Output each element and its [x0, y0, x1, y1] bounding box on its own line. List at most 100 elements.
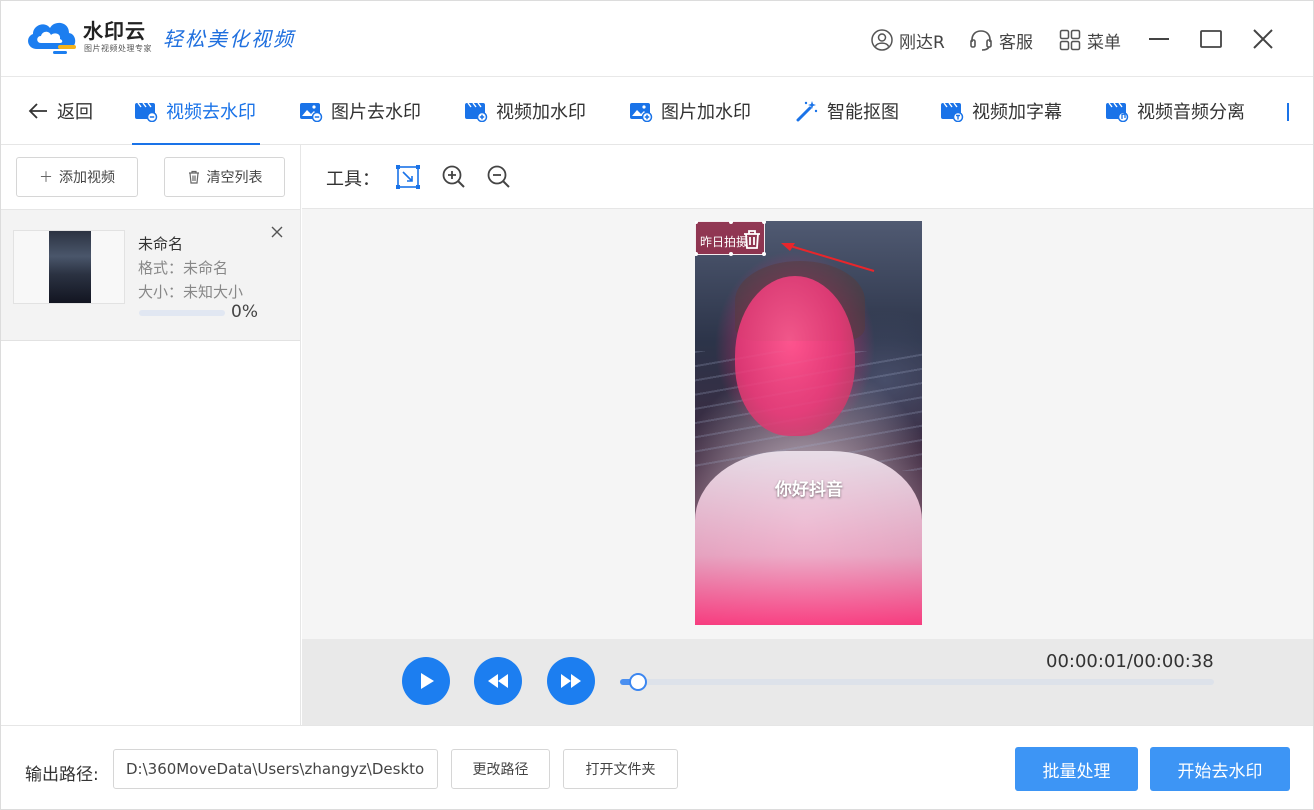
- user-account[interactable]: 刚达R: [871, 27, 945, 53]
- file-progress-bar: [139, 310, 225, 316]
- add-video-label: 添加视频: [59, 170, 115, 186]
- zoom-in-tool[interactable]: [440, 163, 468, 191]
- tab-label: 图片去水印: [331, 102, 421, 123]
- maximize-button[interactable]: [1197, 25, 1225, 53]
- brand-subtitle: 图片视频处理专家: [84, 44, 152, 53]
- footer-bar: 输出路径: 更改路径 打开文件夹 批量处理 开始去水印: [1, 725, 1313, 809]
- add-video-button[interactable]: ＋ 添加视频: [16, 157, 138, 197]
- tab-label: 视频音频分离: [1137, 102, 1245, 123]
- red-arrow-annotation: [781, 243, 875, 272]
- play-button[interactable]: [402, 657, 450, 705]
- clear-list-label: 清空列表: [206, 170, 263, 186]
- close-button[interactable]: [1249, 25, 1277, 53]
- person-face: [735, 276, 855, 436]
- zoom-out-tool[interactable]: [485, 163, 513, 191]
- change-path-button[interactable]: 更改路径: [451, 749, 550, 789]
- back-button[interactable]: 返回: [27, 77, 93, 145]
- play-icon: [421, 673, 434, 689]
- slogan: 轻松美化视频: [163, 27, 295, 51]
- video-icon: [135, 102, 158, 122]
- rewind-button[interactable]: [474, 657, 522, 705]
- image-icon: [300, 103, 323, 122]
- resize-handle[interactable]: [729, 252, 733, 256]
- headset-icon: [970, 30, 992, 51]
- tab-video-watermark-remove[interactable]: 视频去水印: [134, 77, 256, 145]
- close-icon: [271, 226, 283, 238]
- minimize-button[interactable]: [1145, 25, 1173, 53]
- menu-button[interactable]: 菜单: [1059, 27, 1121, 53]
- tab-label: 视频加字幕: [972, 102, 1062, 123]
- nav-overflow-indicator: [1287, 103, 1289, 121]
- magic-wand-icon: [796, 101, 818, 122]
- image-add-icon: [630, 103, 653, 122]
- seek-handle[interactable]: [628, 673, 647, 691]
- file-size: 大小：未知大小: [138, 283, 244, 301]
- file-name: 未命名: [138, 235, 184, 253]
- brand-name: 水印云: [83, 19, 146, 43]
- plus-icon: ＋: [39, 170, 53, 186]
- resize-handle[interactable]: [695, 221, 698, 224]
- watermark-text: 昨日拍摄: [700, 235, 749, 249]
- video-subtitle-icon: [941, 102, 964, 122]
- player-controls: 00:00:01/00:00:38: [302, 639, 1313, 725]
- minimize-icon: [1149, 38, 1169, 40]
- back-label: 返回: [57, 102, 93, 123]
- resize-handle[interactable]: [729, 221, 733, 224]
- tab-video-watermark-add[interactable]: 视频加水印: [464, 77, 586, 145]
- clear-list-button[interactable]: 清空列表: [164, 157, 285, 197]
- tab-smart-cutout[interactable]: 智能抠图: [795, 77, 899, 145]
- menu-label: 菜单: [1087, 32, 1121, 53]
- app-window: 水印云 图片视频处理专家 轻松美化视频 刚达R 客服 菜单 返回 视频去水印 图…: [0, 0, 1314, 810]
- resize-handle[interactable]: [762, 252, 766, 256]
- output-path-input[interactable]: [113, 749, 438, 789]
- select-area-tool[interactable]: [394, 163, 422, 191]
- tools-label: 工具：: [326, 169, 380, 190]
- remove-file-button[interactable]: [271, 222, 283, 243]
- rewind-icon: [488, 674, 508, 688]
- file-format: 格式：未命名: [138, 259, 229, 277]
- tab-image-watermark-add[interactable]: 图片加水印: [629, 77, 751, 145]
- file-progress-text: 0%: [231, 302, 258, 322]
- zoom-out-icon: [487, 165, 510, 188]
- tab-image-watermark-remove[interactable]: 图片去水印: [299, 77, 421, 145]
- video-thumbnail: [13, 230, 125, 304]
- trash-icon: [744, 230, 760, 249]
- user-icon: [871, 29, 893, 51]
- start-remove-watermark-button[interactable]: 开始去水印: [1150, 747, 1290, 791]
- user-name: 刚达R: [899, 32, 945, 53]
- maximize-icon: [1200, 30, 1222, 48]
- output-path-label: 输出路径:: [25, 765, 99, 785]
- delete-selection-button[interactable]: [742, 229, 762, 253]
- tab-video-audio-split[interactable]: 视频音频分离: [1105, 77, 1245, 145]
- fast-forward-button[interactable]: [547, 657, 595, 705]
- video-add-icon: [465, 102, 488, 122]
- file-list-item[interactable]: 未命名 格式：未命名 大小：未知大小 0%: [1, 209, 300, 341]
- resize-handle[interactable]: [695, 252, 698, 256]
- resize-handle[interactable]: [762, 221, 766, 224]
- feature-nav: 返回 视频去水印 图片去水印 视频加水印 图片加水印 智能抠图 视频加字幕 视频…: [1, 77, 1313, 145]
- select-area-icon: [396, 165, 420, 189]
- tab-label: 图片加水印: [661, 102, 751, 123]
- customer-service-button[interactable]: 客服: [969, 27, 1033, 53]
- arrow-left-icon: [28, 103, 47, 119]
- preview-area: 你好抖音 昨日拍摄: [302, 209, 1313, 639]
- grid-menu-icon: [1059, 29, 1081, 51]
- tab-label: 视频去水印: [166, 102, 256, 123]
- tab-video-subtitle[interactable]: 视频加字幕: [940, 77, 1062, 145]
- open-folder-button[interactable]: 打开文件夹: [563, 749, 678, 789]
- zoom-in-icon: [442, 165, 465, 188]
- video-audio-icon: [1106, 102, 1129, 122]
- close-icon: [1253, 29, 1273, 49]
- file-list-panel: ＋ 添加视频 清空列表 未命名 格式：未命名 大小：未知大小 0%: [1, 145, 301, 725]
- time-display: 00:00:01/00:00:38: [1046, 651, 1214, 672]
- cloud-logo-icon: [28, 22, 76, 54]
- seek-bar[interactable]: [620, 673, 1214, 691]
- video-frame[interactable]: 你好抖音 昨日拍摄: [695, 221, 922, 625]
- batch-process-button[interactable]: 批量处理: [1015, 747, 1138, 791]
- watermark-selection-box[interactable]: 昨日拍摄: [695, 221, 766, 256]
- tab-label: 视频加水印: [496, 102, 586, 123]
- trash-icon: [188, 170, 199, 184]
- title-bar: 水印云 图片视频处理专家 轻松美化视频 刚达R 客服 菜单: [1, 1, 1313, 77]
- tools-bar: 工具：: [302, 145, 1313, 209]
- customer-service-label: 客服: [999, 32, 1033, 53]
